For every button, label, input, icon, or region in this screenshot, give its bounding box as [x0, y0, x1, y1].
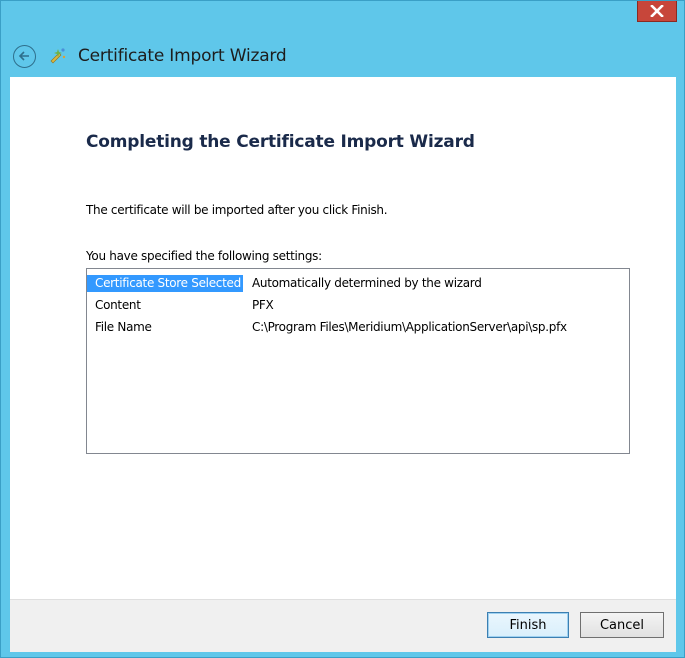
settings-row-content[interactable]: Content PFX — [87, 294, 629, 316]
certificate-icon — [48, 46, 68, 66]
wizard-window: Certificate Import Wizard Completing the… — [0, 0, 685, 658]
settings-label: You have specified the following setting… — [86, 249, 322, 263]
page-heading: Completing the Certificate Import Wizard — [86, 132, 475, 152]
button-bar: Finish Cancel — [10, 599, 676, 652]
back-arrow-icon — [18, 51, 29, 61]
back-button[interactable] — [13, 44, 36, 68]
setting-key: File Name — [95, 320, 152, 334]
settings-row-file-name[interactable]: File Name C:\Program Files\Meridium\Appl… — [87, 316, 629, 338]
close-button[interactable] — [637, 1, 677, 22]
description-text: The certificate will be imported after y… — [86, 203, 388, 217]
setting-value: Automatically determined by the wizard — [252, 276, 482, 290]
window-title: Certificate Import Wizard — [78, 46, 287, 66]
finish-button[interactable]: Finish — [487, 612, 569, 638]
setting-key: Certificate Store Selected — [87, 274, 243, 292]
setting-value: C:\Program Files\Meridium\ApplicationSer… — [252, 320, 567, 334]
setting-key: Content — [95, 298, 141, 312]
settings-row-store[interactable]: Certificate Store Selected Automatically… — [87, 272, 629, 294]
title-bar: Certificate Import Wizard — [9, 41, 649, 71]
cancel-button[interactable]: Cancel — [580, 612, 664, 638]
close-icon — [650, 5, 664, 17]
setting-value: PFX — [252, 298, 274, 312]
settings-list[interactable]: Certificate Store Selected Automatically… — [86, 268, 630, 454]
wizard-content: Completing the Certificate Import Wizard… — [10, 77, 676, 599]
